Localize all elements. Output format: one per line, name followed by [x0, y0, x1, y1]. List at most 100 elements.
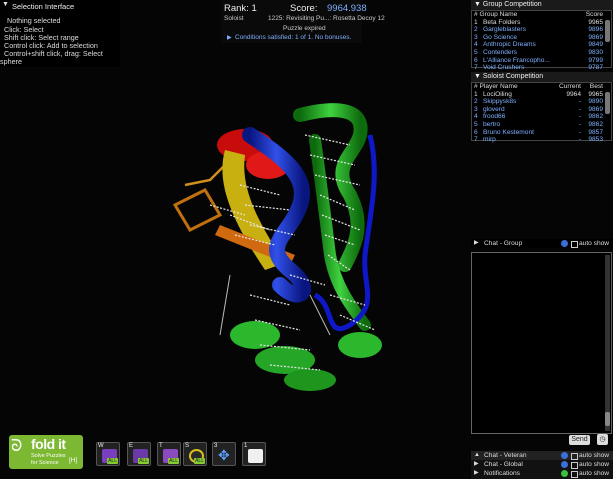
chat-group-tab[interactable]: ▶ Chat - Group auto show	[471, 239, 613, 248]
auto-show-label: auto show	[579, 452, 610, 459]
chat-log[interactable]	[471, 252, 612, 434]
rank-cell: 5	[474, 48, 478, 56]
auto-show-checkbox[interactable]	[571, 471, 578, 478]
ribbon-icon: ᘐ	[11, 438, 23, 455]
chat-veteran-label: Chat - Veteran	[484, 452, 527, 459]
auto-show-checkbox[interactable]	[571, 241, 578, 248]
collapse-arrow-icon[interactable]: ▼	[474, 1, 483, 8]
chat-scrollbar-thumb[interactable]	[605, 412, 610, 426]
rank-cell: 2	[474, 26, 478, 34]
hotkey-label: 3	[214, 443, 218, 449]
table-row[interactable]: 5 Contenders 9830	[472, 49, 611, 57]
table-row[interactable]: 4 Anthropic Dreams 9849	[472, 41, 611, 49]
table-row[interactable]: 6 Bruno Kestemont -9857	[472, 129, 611, 137]
score-value: 9964.938	[327, 3, 367, 14]
best-cell: 9862	[588, 113, 603, 121]
expand-arrow-icon[interactable]: ▶	[227, 34, 232, 41]
player-name-cell: frood66	[483, 113, 506, 121]
protein-viewport[interactable]	[150, 95, 410, 405]
soloist-competition-table: # Player Name Current Best 1 LociOiling 99…	[471, 82, 612, 144]
group-name-cell: L'Alliance Francopho...	[483, 56, 550, 64]
shake-all-button[interactable]: E ALL	[127, 442, 151, 466]
rank-cell: 2	[474, 98, 478, 106]
table-row[interactable]: 1 Beta Folders 9965	[472, 19, 611, 27]
clock-icon[interactable]: ◷	[597, 434, 608, 445]
chat-veteran-tab[interactable]: ▲ Chat - Veteran auto show	[471, 451, 613, 460]
player-name-column-header: # Player Name	[474, 83, 518, 90]
group-competition-header[interactable]: ▼ Group Competition	[471, 0, 613, 10]
backbone-link	[219, 274, 231, 336]
hotkey-label: S	[185, 443, 190, 449]
current-cell: -	[578, 105, 581, 113]
table-row[interactable]: 2 Gargleblasters 9896	[472, 26, 611, 34]
table-header: # Group Name Score	[472, 11, 611, 19]
chat-scrollbar-track[interactable]	[605, 255, 610, 431]
mode-label: Soloist	[224, 15, 244, 22]
rank-cell: 3	[474, 33, 478, 41]
current-cell: -	[578, 128, 581, 136]
rank-cell: 6	[474, 128, 478, 136]
current-cell: -	[578, 98, 581, 106]
soloist-competition-header[interactable]: ▼ Soloist Competition	[471, 72, 613, 82]
collapse-arrow-icon[interactable]: ▲	[474, 451, 480, 460]
logo-name: fold it	[31, 436, 66, 452]
score-cell: 9830	[588, 48, 603, 56]
player-name-cell: bertro	[483, 120, 501, 128]
expand-arrow-icon[interactable]: ▶	[474, 460, 479, 469]
table-row[interactable]: 7 mirp -9853	[472, 136, 611, 144]
notifications-tab[interactable]: ▶ Notifications auto show	[471, 469, 613, 479]
expand-arrow-icon[interactable]: ▶	[474, 239, 479, 248]
group-competition-title: Group Competition	[482, 1, 542, 8]
score-cell: 9896	[588, 26, 603, 34]
table-row[interactable]: 2 Skippysk8s -9890	[472, 98, 611, 106]
soloist-scrollbar[interactable]	[605, 92, 610, 114]
notes-button[interactable]: 1	[242, 442, 266, 466]
foldit-logo[interactable]: ᘐ fold it Solve Puzzles for Science [H]	[9, 435, 83, 469]
chat-global-tab[interactable]: ▶ Chat - Global auto show	[471, 460, 613, 469]
table-row[interactable]: 5 bertro -9862	[472, 121, 611, 129]
table-row[interactable]: 3 Go Science 9869	[472, 34, 611, 42]
player-name-cell: mirp	[483, 136, 496, 144]
current-cell: 9964	[566, 90, 581, 98]
collapse-arrow-icon[interactable]: ▼	[2, 1, 9, 8]
group-name-cell: Beta Folders	[483, 18, 521, 26]
best-cell: 9965	[588, 90, 603, 98]
table-row[interactable]: 3 gloverd -9869	[472, 106, 611, 114]
hotkey-label: 1	[244, 443, 248, 449]
rank-cell: 7	[474, 64, 478, 72]
all-badge-icon: ALL	[194, 458, 205, 464]
table-row[interactable]: 7 Void Crushers 9787	[472, 64, 611, 72]
best-cell: 9890	[588, 98, 603, 106]
table-row[interactable]: 6 L'Alliance Francopho... 9799	[472, 57, 611, 65]
rank-label: Rank: 1	[224, 3, 257, 14]
table-row[interactable]: 1 LociOiling 9964 9965	[472, 91, 611, 99]
sidechain	[184, 164, 226, 187]
collapse-arrow-icon[interactable]: ▼	[474, 73, 483, 80]
move-tool-button[interactable]: 3 ✥	[212, 442, 236, 466]
rank-cell: 5	[474, 120, 478, 128]
selection-status: Nothing selected	[7, 16, 61, 25]
auto-show-checkbox[interactable]	[571, 453, 578, 460]
info-icon[interactable]	[561, 461, 568, 468]
rank-cell: 6	[474, 56, 478, 64]
info-icon[interactable]	[561, 452, 568, 459]
auto-show-checkbox[interactable]	[571, 462, 578, 469]
rank-cell: 1	[474, 90, 478, 98]
hotkey-label: E	[129, 443, 134, 449]
score-cell: 9799	[588, 56, 603, 64]
send-button[interactable]: Send	[569, 435, 590, 445]
shake-sidechains-button[interactable]: S ALL	[183, 442, 207, 466]
table-row[interactable]: 4 frood66 -9862	[472, 113, 611, 121]
wiggle-all-button[interactable]: W ALL	[96, 442, 120, 466]
info-icon[interactable]	[561, 240, 568, 247]
selection-interface-title: Selection Interface	[12, 2, 75, 11]
helix-green	[284, 369, 336, 391]
score-cell: 9787	[588, 64, 603, 72]
group-competition-table: # Group Name Score 1 Beta Folders 9965 2 Ga…	[471, 10, 612, 71]
helix-green	[338, 332, 382, 358]
all-badge-icon: ALL	[168, 458, 179, 464]
tweak-all-button[interactable]: T ALL	[157, 442, 181, 466]
expand-arrow-icon[interactable]: ▶	[474, 469, 479, 478]
conditions-text[interactable]: Conditions satisfied: 1 of 1. No bonuses…	[235, 34, 351, 41]
group-scrollbar[interactable]	[605, 20, 610, 42]
